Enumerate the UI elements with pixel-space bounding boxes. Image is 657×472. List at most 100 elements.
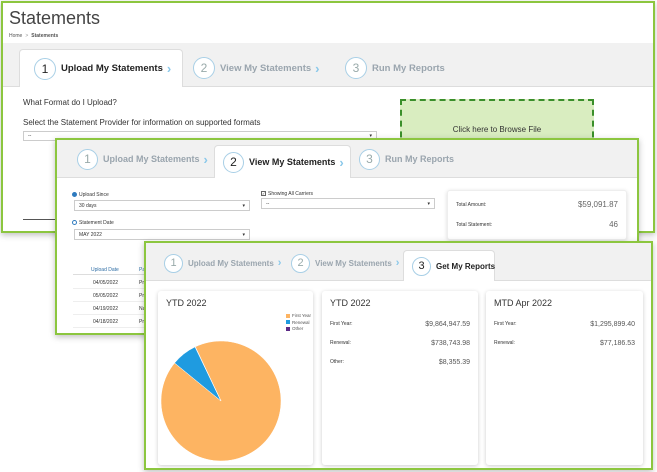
- chevron-right-icon: ›: [203, 151, 208, 167]
- radio-selected-icon: [72, 192, 77, 198]
- table-cell: 05/05/2022: [93, 293, 119, 299]
- total-amount-value: $59,091.87: [577, 200, 618, 209]
- carriers-label: Showing All Carriers: [268, 191, 314, 197]
- column-header-upload-date[interactable]: Upload Date: [91, 267, 119, 273]
- statement-date-label: Statement Date: [79, 220, 114, 226]
- carriers-checkbox[interactable]: ✓ Showing All Carriers: [261, 191, 313, 197]
- tab-label: Get My Reports: [436, 261, 496, 271]
- card-title: YTD 2022: [330, 298, 371, 308]
- total-statement-value: 46: [609, 220, 618, 229]
- tab-upload-statements[interactable]: 1 Upload My Statements ›: [19, 49, 183, 87]
- row-label: First Year:: [330, 321, 353, 327]
- tab-upload-statements[interactable]: 1 Upload My Statements ›: [77, 146, 208, 172]
- chevron-right-icon: ›: [315, 60, 320, 76]
- chevron-down-icon: ▾: [242, 231, 245, 238]
- legend-label: First Year: [292, 313, 312, 318]
- total-amount-row: Total Amount: $59,091.87: [456, 200, 618, 209]
- checkmark-icon: ✓: [261, 191, 266, 197]
- row-value: $1,295,899.40: [590, 321, 635, 328]
- legend-swatch: [286, 313, 290, 318]
- legend-label: Renewal: [292, 319, 310, 325]
- step-number: 1: [77, 148, 98, 170]
- legend-item: Renewal: [286, 320, 311, 325]
- breadcrumb-separator: >: [25, 33, 29, 39]
- page-title: Statements: [9, 8, 101, 28]
- row-value: $738,743.98: [431, 340, 470, 347]
- tab-label: Upload My Statements: [188, 258, 274, 268]
- row-value: $8,355.39: [438, 359, 470, 366]
- ytd-values-card: YTD 2022 First Year: $9,864,947.59 Renew…: [322, 291, 478, 465]
- upload-since-value: 30 days: [79, 202, 97, 209]
- row-value: $77,186.53: [599, 340, 635, 347]
- step-number: 2: [223, 151, 244, 173]
- chevron-right-icon: ›: [395, 257, 400, 269]
- tab-upload-statements[interactable]: 1 Upload My Statements ›: [164, 251, 281, 275]
- legend-item: First Year: [286, 313, 311, 318]
- value-row: Other: $8,355.39: [330, 359, 470, 366]
- mtd-values-card: MTD Apr 2022 First Year: $1,295,899.40 R…: [486, 291, 643, 465]
- reports-panel: 1 Upload My Statements › 2 View My State…: [144, 241, 653, 470]
- tab-label: Upload My Statements: [61, 63, 163, 74]
- tab-label: Run My Reports: [372, 62, 445, 74]
- step-tabs: 1 Upload My Statements › 2 View My State…: [57, 140, 637, 178]
- pie-legend: First Year Renewal Other: [286, 313, 311, 333]
- statement-date-select[interactable]: MAY 2022 ▾: [74, 229, 250, 240]
- step-number: 1: [164, 253, 183, 273]
- statement-date-radio[interactable]: Statement Date: [72, 220, 114, 226]
- chevron-right-icon: ›: [277, 257, 282, 269]
- step-number: 3: [345, 57, 367, 79]
- upload-since-select[interactable]: 30 days ▾: [74, 200, 250, 211]
- breadcrumb: Home > Statements: [9, 33, 58, 39]
- total-statement-row: Total Statement: 46: [456, 220, 618, 229]
- radio-unselected-icon: [72, 220, 77, 226]
- step-number: 3: [412, 256, 431, 276]
- carriers-select[interactable]: -- ▾: [261, 198, 435, 209]
- table-cell: 04/05/2022: [93, 280, 119, 286]
- chevron-down-icon: ▾: [242, 202, 245, 209]
- table-cell: 04/18/2022: [93, 319, 119, 325]
- tab-run-reports[interactable]: 3 Run My Reports: [345, 55, 445, 81]
- value-row: First Year: $9,864,947.59: [330, 321, 470, 328]
- step-number: 3: [359, 148, 380, 170]
- step-tabs: 1 Upload My Statements › 2 View My State…: [146, 243, 651, 281]
- tab-get-reports[interactable]: 3 Get My Reports: [403, 250, 495, 281]
- value-row: Renewal: $738,743.98: [330, 340, 470, 347]
- tab-view-statements[interactable]: 2 View My Statements ›: [214, 145, 351, 178]
- upload-since-radio[interactable]: Upload Since: [72, 192, 109, 198]
- ytd-pie-card: YTD 2022 First Year Renewal Other: [158, 291, 313, 465]
- chevron-right-icon: ›: [166, 61, 172, 76]
- legend-swatch: [286, 320, 290, 324]
- row-label: Other:: [330, 359, 344, 365]
- legend-item: Other: [286, 326, 311, 331]
- value-row: First Year: $1,295,899.40: [494, 321, 635, 328]
- tab-label: View My Statements: [315, 258, 392, 268]
- format-heading: What Format do I Upload?: [23, 98, 117, 107]
- step-number: 2: [193, 57, 215, 79]
- upload-since-label: Upload Since: [79, 192, 109, 198]
- carriers-value: --: [266, 200, 270, 207]
- provider-select-value: --: [28, 133, 32, 139]
- total-statement-label: Total Statement:: [456, 221, 493, 228]
- tab-view-statements[interactable]: 2 View My Statements ›: [193, 55, 320, 81]
- totals-card: Total Amount: $59,091.87 Total Statement…: [447, 190, 627, 240]
- row-label: Renewal:: [330, 340, 351, 346]
- tab-label: Run My Reports: [385, 154, 455, 164]
- row-label: Renewal:: [494, 340, 515, 346]
- breadcrumb-current: Statements: [31, 33, 59, 39]
- step-number: 2: [291, 253, 310, 273]
- step-number: 1: [34, 57, 56, 80]
- legend-swatch: [286, 326, 290, 331]
- tab-view-statements[interactable]: 2 View My Statements ›: [291, 251, 399, 275]
- value-row: Renewal: $77,186.53: [494, 340, 635, 347]
- row-label: First Year:: [494, 321, 517, 327]
- tab-label: View My Statements: [220, 62, 312, 74]
- step-tabs: 1 Upload My Statements › 2 View My State…: [3, 43, 653, 87]
- table-cell: 04/19/2022: [93, 306, 119, 312]
- row-value: $9,864,947.59: [425, 321, 470, 328]
- total-amount-label: Total Amount:: [456, 201, 487, 208]
- statement-date-value: MAY 2022: [79, 231, 102, 238]
- tab-run-reports[interactable]: 3 Run My Reports: [359, 146, 454, 172]
- breadcrumb-home[interactable]: Home: [9, 33, 22, 39]
- chevron-right-icon: ›: [339, 154, 344, 170]
- tab-label: View My Statements: [249, 157, 336, 167]
